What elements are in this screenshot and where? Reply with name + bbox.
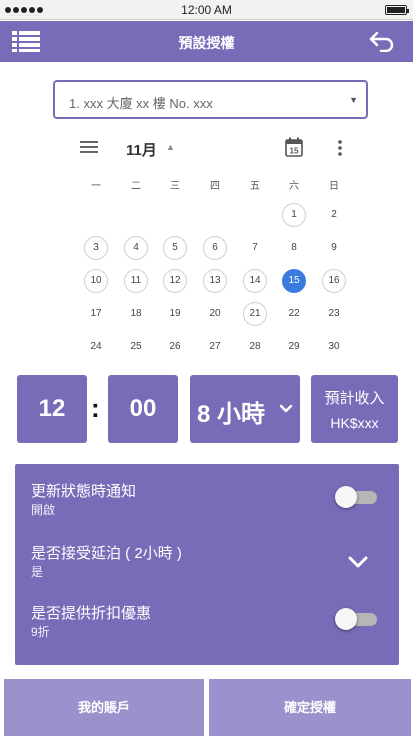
calendar-day[interactable]: 10 [84, 269, 108, 293]
setting-title: 是否提供折扣優惠 [31, 605, 152, 622]
calendar-day[interactable]: 3 [84, 236, 108, 260]
calendar-day[interactable]: 12 [163, 269, 187, 293]
calendar-day[interactable]: 27 [203, 335, 227, 359]
minute-value: 00 [129, 395, 157, 422]
duration-picker[interactable]: 8 小時 [190, 375, 300, 443]
caret-up-icon[interactable]: ▲ [166, 142, 175, 152]
income-label: 預計收入 [324, 390, 385, 407]
calendar-day[interactable]: 18 [124, 302, 148, 326]
toggle-knob [335, 486, 357, 508]
notify-toggle[interactable] [335, 486, 377, 508]
weekday-label: 三 [170, 181, 180, 192]
weekday-label: 六 [289, 181, 299, 192]
minute-picker[interactable]: 00 [108, 375, 178, 443]
calendar-day[interactable]: 17 [84, 302, 108, 326]
settings-panel: 更新狀態時通知 開啟 是否接受延泊 ( 2小時 ) 是 是否提供折扣優惠 9折 [15, 464, 399, 665]
calendar-day[interactable]: 11 [124, 269, 148, 293]
calendar-today-number: 15 [290, 147, 299, 156]
weekday-label: 一 [91, 181, 101, 192]
weekday-label: 二 [131, 181, 141, 192]
time-separator: : [91, 393, 100, 423]
my-account-button[interactable]: 我的賬戶 [4, 679, 204, 736]
calendar-day[interactable]: 15 [282, 269, 306, 293]
calendar-day[interactable]: 4 [124, 236, 148, 260]
calendar-today-icon[interactable]: 15 [285, 137, 303, 157]
calendar-day[interactable]: 28 [243, 335, 267, 359]
setting-subtitle: 是 [31, 565, 44, 579]
confirm-authorization-button[interactable]: 確定授權 [209, 679, 411, 736]
calendar-day[interactable]: 29 [282, 335, 306, 359]
setting-title: 更新狀態時通知 [31, 483, 137, 500]
calendar-day[interactable]: 16 [322, 269, 346, 293]
discount-toggle[interactable] [335, 608, 377, 630]
weekday-label: 五 [250, 181, 260, 192]
calendar-day[interactable]: 22 [282, 302, 306, 326]
back-arrow-icon[interactable] [369, 30, 395, 52]
calendar-day[interactable]: 19 [163, 302, 187, 326]
hamburger-menu-icon[interactable] [80, 140, 98, 154]
income-value: HK$xxx [330, 415, 379, 431]
calendar-day[interactable]: 7 [243, 236, 267, 260]
calendar-day[interactable]: 2 [322, 203, 346, 227]
calendar-day[interactable]: 8 [282, 236, 306, 260]
calendar-day[interactable]: 23 [322, 302, 346, 326]
page-title: 預設授權 [178, 35, 235, 51]
battery-icon [385, 5, 409, 15]
calendar-day[interactable]: 6 [203, 236, 227, 260]
address-select-value: 1. xxx 大廈 xx 樓 No. xxx [69, 96, 213, 111]
setting-title: 是否接受延泊 ( 2小時 ) [31, 545, 182, 562]
setting-row-discount: 是否提供折扣優惠 9折 [15, 602, 399, 652]
weekday-label: 四 [210, 181, 220, 192]
address-select[interactable]: 1. xxx 大廈 xx 樓 No. xxx ▼ [53, 80, 368, 119]
hour-picker[interactable]: 12 [17, 375, 87, 443]
status-time: 12:00 AM [181, 3, 232, 17]
calendar-day[interactable]: 20 [203, 302, 227, 326]
nav-bar: 預設授權 [0, 21, 413, 62]
calendar-day[interactable]: 1 [282, 203, 306, 227]
calendar-day[interactable]: 5 [163, 236, 187, 260]
toggle-knob [335, 608, 357, 630]
caret-down-icon: ▼ [349, 95, 358, 105]
calendar-day[interactable]: 30 [322, 335, 346, 359]
chevron-down-icon[interactable] [347, 554, 369, 570]
setting-row-notify: 更新狀態時通知 開啟 [15, 480, 399, 530]
calendar-day[interactable]: 26 [163, 335, 187, 359]
calendar-day[interactable]: 24 [84, 335, 108, 359]
more-vertical-icon[interactable] [333, 139, 347, 157]
calendar-day[interactable]: 9 [322, 236, 346, 260]
calendar-day[interactable]: 13 [203, 269, 227, 293]
setting-subtitle: 9折 [31, 625, 50, 639]
weekday-label: 日 [329, 181, 339, 192]
calendar-day[interactable]: 25 [124, 335, 148, 359]
calendar-day[interactable]: 14 [243, 269, 267, 293]
calendar-header: 11月 ▲ 15 [0, 130, 413, 164]
setting-subtitle: 開啟 [31, 503, 56, 517]
duration-value: 8 小時 [196, 401, 265, 428]
status-bar: 12:00 AM [0, 0, 413, 20]
chevron-down-icon [279, 404, 293, 413]
calendar-month-label[interactable]: 11月 [126, 139, 157, 160]
hour-value: 12 [38, 395, 66, 422]
setting-row-extension[interactable]: 是否接受延泊 ( 2小時 ) 是 [15, 542, 399, 592]
calendar-day[interactable]: 21 [243, 302, 267, 326]
estimated-income: 預計收入 HK$xxx [311, 375, 398, 443]
